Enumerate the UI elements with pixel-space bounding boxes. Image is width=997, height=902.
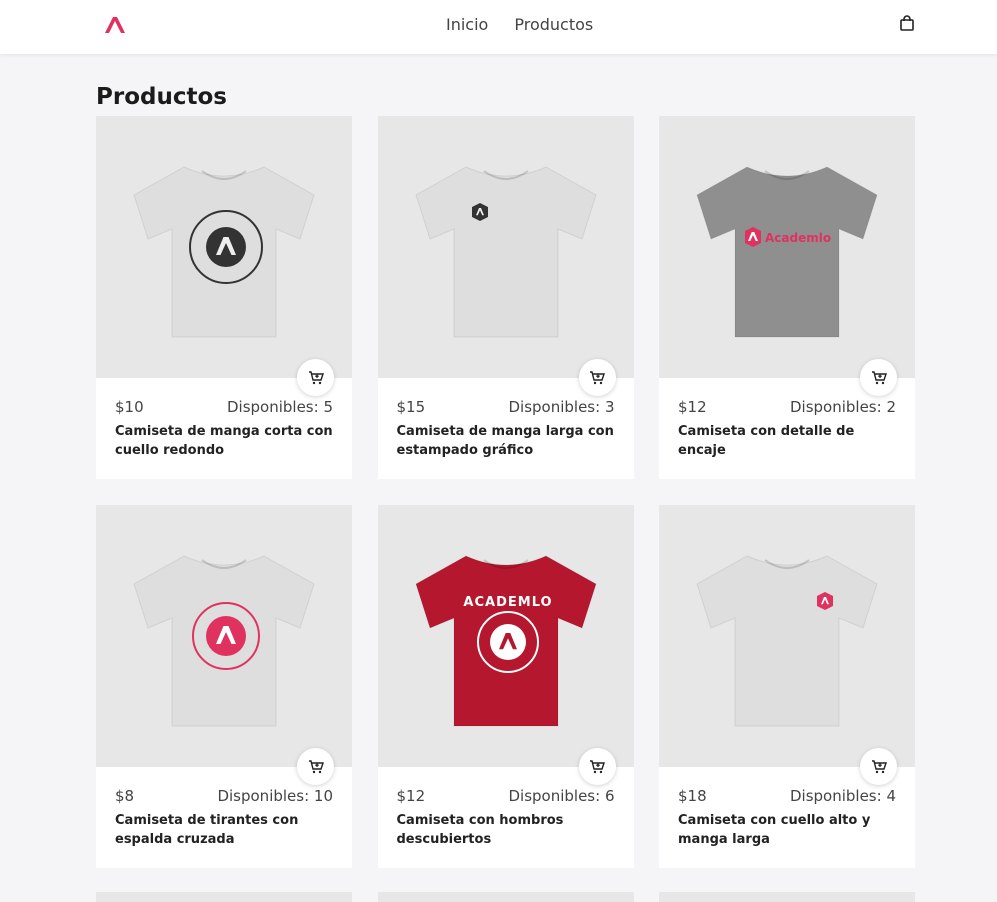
cart-plus-icon — [308, 759, 324, 773]
product-price: $15 — [396, 398, 426, 416]
price-row: $10 Disponibles: 5 — [115, 398, 333, 416]
product-card[interactable]: $10 Disponibles: 5 Camiseta de manga cor… — [96, 116, 352, 479]
product-card-partial[interactable] — [96, 892, 352, 902]
add-to-cart-button[interactable] — [860, 359, 897, 396]
t-shirt-image: Academlo — [696, 166, 878, 338]
price-row: $12 Disponibles: 2 — [678, 398, 896, 416]
product-image[interactable]: ACADEMLO — [377, 505, 634, 767]
product-name: Camiseta de manga corta con cuello redon… — [115, 424, 333, 458]
nav-links: Inicio Productos — [446, 15, 593, 34]
navbar: Inicio Productos — [0, 0, 997, 54]
page-title: Productos — [96, 84, 227, 110]
t-shirt-image: ACADEMLO — [414, 555, 597, 727]
product-stock: Disponibles: 6 — [508, 787, 615, 805]
cart-plus-icon — [590, 759, 605, 773]
academlo-logo[interactable] — [103, 14, 127, 34]
product-image[interactable] — [96, 116, 352, 378]
print-text: Academlo — [765, 231, 831, 245]
product-card-partial[interactable] — [659, 892, 915, 902]
product-card[interactable]: ACADEMLO $12 Disponibles: 6 Camiseta con… — [377, 505, 634, 868]
product-price: $12 — [678, 398, 707, 416]
product-image[interactable] — [377, 116, 634, 378]
add-to-cart-button[interactable] — [297, 748, 334, 785]
product-name: Camiseta con hombros descubiertos — [396, 813, 564, 847]
product-card[interactable]: $15 Disponibles: 3 Camiseta de manga lar… — [377, 116, 634, 479]
cart-plus-icon — [308, 370, 324, 384]
price-row: $18 Disponibles: 4 — [678, 787, 896, 805]
product-price: $18 — [678, 787, 707, 805]
add-to-cart-button[interactable] — [578, 748, 616, 785]
t-shirt-image — [133, 166, 315, 338]
nav-link-productos[interactable]: Productos — [514, 15, 593, 34]
product-price: $10 — [115, 398, 144, 416]
product-price: $8 — [115, 787, 135, 805]
price-row: $12 Disponibles: 6 — [397, 787, 615, 805]
product-price: $12 — [396, 787, 426, 805]
product-card[interactable]: Academlo $12 Disponibles: 2 Camiseta con… — [659, 116, 915, 479]
add-to-cart-button[interactable] — [860, 748, 897, 785]
product-name: Camiseta de tirantes con espalda cruzada — [115, 813, 299, 847]
t-shirt-image — [696, 555, 878, 727]
product-stock: Disponibles: 3 — [508, 398, 615, 416]
product-card-partial[interactable] — [378, 892, 634, 902]
product-image[interactable] — [659, 505, 915, 767]
cart-plus-icon — [871, 759, 887, 773]
product-name: Camiseta con detalle de encaje — [678, 424, 855, 458]
t-shirt-image — [133, 555, 315, 727]
price-row: $8 Disponibles: 10 — [115, 787, 333, 805]
print-text: ACADEMLO — [463, 595, 552, 610]
t-shirt-image — [414, 166, 597, 338]
product-image[interactable] — [96, 505, 352, 767]
add-to-cart-button[interactable] — [578, 359, 616, 396]
shopping-bag-icon[interactable] — [900, 15, 914, 31]
product-stock: Disponibles: 5 — [226, 398, 333, 416]
cart-plus-icon — [871, 370, 887, 384]
product-name: Camiseta de manga larga con estampado gr… — [396, 424, 614, 458]
price-row: $15 Disponibles: 3 — [397, 398, 615, 416]
product-image[interactable]: Academlo — [659, 116, 915, 378]
product-stock: Disponibles: 4 — [789, 787, 896, 805]
product-grid: $10 Disponibles: 5 Camiseta de manga cor… — [96, 116, 915, 868]
add-to-cart-button[interactable] — [297, 359, 334, 396]
product-name: Camiseta con cuello alto y manga larga — [678, 813, 871, 847]
product-stock: Disponibles: 10 — [217, 787, 333, 805]
cart-plus-icon — [590, 370, 605, 384]
nav-link-inicio[interactable]: Inicio — [446, 15, 488, 34]
product-card[interactable]: $18 Disponibles: 4 Camiseta con cuello a… — [659, 505, 915, 868]
product-stock: Disponibles: 2 — [789, 398, 896, 416]
product-card[interactable]: $8 Disponibles: 10 Camiseta de tirantes … — [96, 505, 352, 868]
